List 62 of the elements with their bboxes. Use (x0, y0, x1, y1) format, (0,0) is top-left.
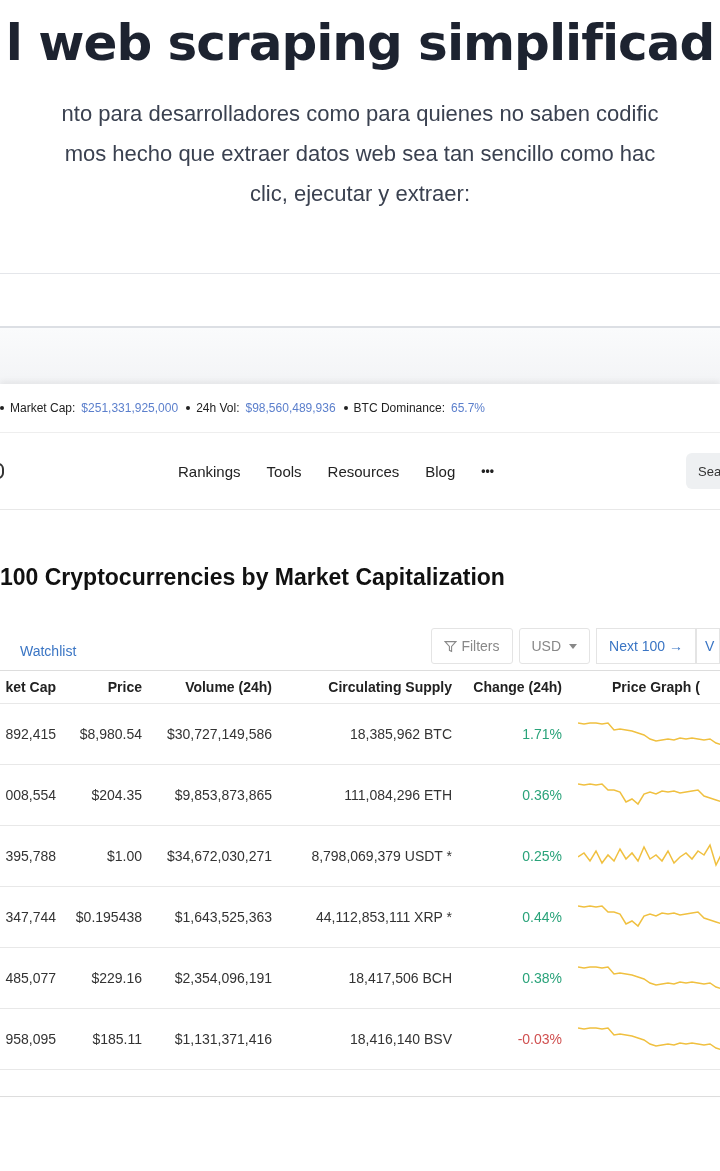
change-cell-text: 0.25% (521, 848, 562, 864)
table-cell-text: 18,416,140 BSV (349, 1031, 452, 1047)
nav-link[interactable]: Tools (266, 462, 302, 480)
table-cell-text: $0.195438 (74, 909, 142, 925)
currency-dropdown[interactable]: USD (518, 628, 591, 664)
table-cell-text: $229.16 (90, 970, 142, 986)
column-header: ket Cap (4, 679, 56, 695)
watchlist-tab[interactable]: Watchlist (20, 643, 77, 659)
nav-link[interactable]: Resources (327, 462, 400, 480)
table-cell-text: 44,112,853,111 XRP * (315, 909, 452, 925)
view-button[interactable]: V (696, 628, 720, 664)
table-cell-text: $1,131,371,416 (173, 1031, 272, 1047)
change-cell-text: 1.71% (521, 726, 562, 742)
stat-label: 24h Vol: (196, 401, 240, 415)
column-header: Price Graph ( (611, 679, 701, 695)
table-cell-text: 111,084,296 ETH (343, 787, 452, 803)
table-cell-text: $34,672,030,271 (165, 848, 272, 864)
page-heading: l web scraping simplificad (4, 14, 716, 72)
bullet-icon (186, 406, 191, 410)
more-link[interactable]: ••• (481, 464, 494, 478)
change-cell-text: 0.44% (521, 909, 562, 925)
table-cell-text: 8,798,069,379 USDT * (310, 848, 452, 864)
stat-value: $98,560,489,936 (245, 401, 336, 415)
bullet-icon (343, 406, 348, 410)
intro-text: nto para desarrolladores como para quienes no saben codific (60, 100, 660, 128)
table-cell-text: $8,980.54 (78, 726, 142, 742)
table-cell-text: $2,354,096,191 (173, 970, 272, 986)
table-cell-text: 18,417,506 BCH (347, 970, 452, 986)
table-cell-text: 18,385,962 BTC (349, 726, 452, 742)
page-title: 100 Cryptocurrencies by Market Capitalization (0, 564, 506, 592)
column-header: Price (106, 679, 142, 695)
stat-value: $251,331,925,000 (81, 401, 179, 415)
change-cell-text: 0.38% (521, 970, 562, 986)
table-cell-text: $1,643,525,363 (173, 909, 272, 925)
caret-icon (569, 643, 578, 649)
table-cell-text: 008,554 (4, 787, 56, 803)
change-cell-text: 0.36% (521, 787, 562, 803)
table-cell-text: $204.35 (90, 787, 142, 803)
stat-label: Market Cap: (10, 401, 76, 415)
stat-value: 65.7% (450, 401, 485, 415)
filters-button[interactable]: Filters (431, 628, 513, 664)
bullet-icon (0, 406, 4, 410)
table-cell-text: 892,415 (4, 726, 56, 742)
column-header: Change (24h) (472, 679, 562, 695)
table-cell-text: 958,095 (4, 1031, 56, 1047)
table-cell-text: $9,853,873,865 (173, 787, 272, 803)
table-cell-text: 485,077 (4, 970, 56, 986)
table-cell-text: $185.11 (91, 1031, 142, 1047)
filter-icon (444, 639, 458, 653)
nav-link[interactable]: Rankings (178, 462, 241, 480)
table-cell-text: $1.00 (105, 848, 142, 864)
intro-text: mos hecho que extraer datos web sea tan sencillo como hac (63, 140, 657, 168)
next-button[interactable]: Next 100 → (596, 628, 696, 664)
nav-link[interactable]: Blog (425, 462, 456, 480)
table-cell-text: 347,744 (4, 909, 56, 925)
column-header: Circulating Supply (327, 679, 452, 695)
intro-text: clic, ejecutar y extraer: (248, 180, 472, 208)
column-header: Volume (24h) (184, 679, 272, 695)
stat-label: BTC Dominance: (353, 401, 445, 415)
table-cell-text: $30,727,149,586 (165, 726, 272, 742)
table-cell-text: 395,788 (4, 848, 56, 864)
change-cell-text: -0.03% (516, 1031, 562, 1047)
